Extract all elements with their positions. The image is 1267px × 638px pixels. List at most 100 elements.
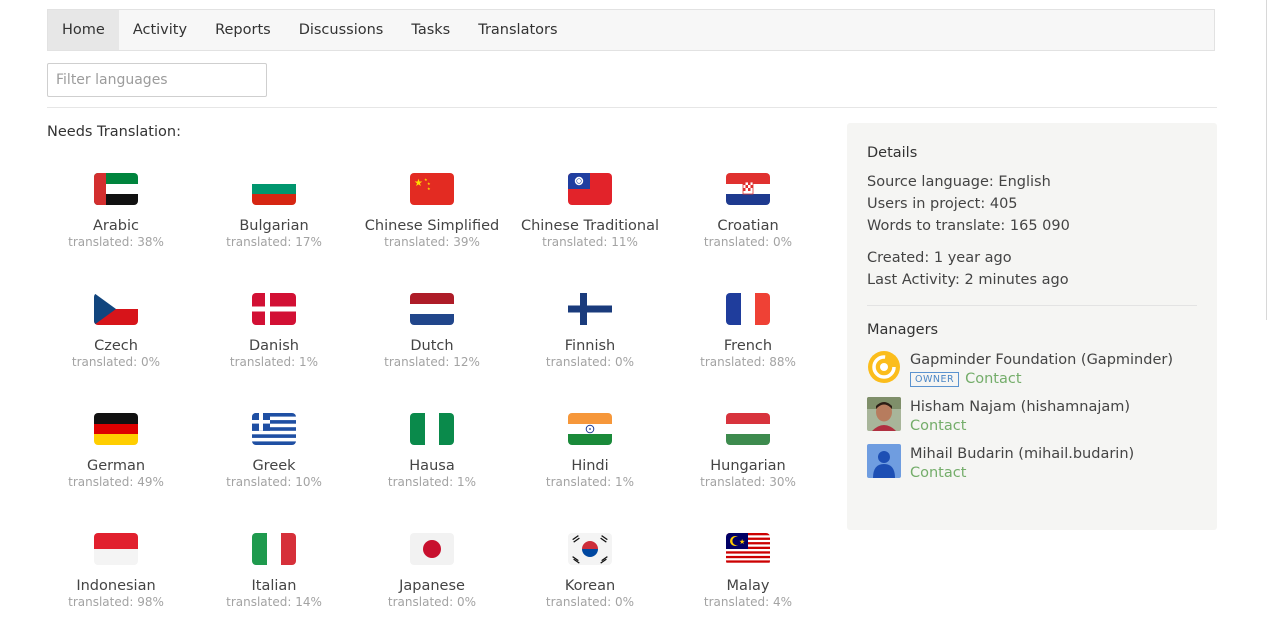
language-progress: translated: 49% (68, 475, 164, 489)
language-progress: translated: 0% (545, 595, 635, 609)
tab-reports[interactable]: Reports (201, 10, 285, 50)
language-name: Finnish (564, 338, 616, 354)
contact-link[interactable]: Contact (910, 465, 966, 481)
language-progress: translated: 0% (71, 355, 161, 369)
language-name: Italian (251, 578, 297, 594)
language-item-french[interactable]: French translated: 88% (673, 293, 823, 369)
language-progress: translated: 12% (384, 355, 480, 369)
details-divider (867, 305, 1197, 306)
indonesia-flag-icon (94, 533, 138, 565)
tab-activity[interactable]: Activity (119, 10, 201, 50)
language-name: Hausa (409, 458, 455, 474)
language-name: Arabic (93, 218, 139, 234)
details-panel: Details Source language: English Users i… (847, 123, 1217, 530)
language-item-croatian[interactable]: Croatian translated: 0% (673, 173, 823, 249)
language-name: Hindi (571, 458, 609, 474)
language-progress: translated: 17% (226, 235, 322, 249)
language-progress: translated: 4% (703, 595, 793, 609)
croatia-flag-icon (726, 173, 770, 205)
language-progress: translated: 1% (387, 475, 477, 489)
tab-home[interactable]: Home (48, 10, 119, 50)
language-name: Korean (564, 578, 616, 594)
tab-tasks[interactable]: Tasks (397, 10, 464, 50)
language-name: German (86, 458, 146, 474)
language-item-indonesian[interactable]: Indonesian translated: 98% (41, 533, 191, 609)
filter-languages-input[interactable] (47, 63, 267, 97)
contact-link[interactable]: Contact (965, 371, 1021, 387)
language-item-german[interactable]: German translated: 49% (41, 413, 191, 489)
language-item-czech[interactable]: Czech translated: 0% (41, 293, 191, 369)
svg-text:★: ★ (739, 538, 745, 546)
language-item-chinese-traditional[interactable]: Chinese Traditional translated: 11% (515, 173, 665, 249)
language-item-arabic[interactable]: Arabic translated: 38% (41, 173, 191, 249)
language-progress: translated: 0% (387, 595, 477, 609)
uae-flag-icon (94, 173, 138, 205)
language-name: Chinese Simplified (364, 218, 500, 234)
language-item-greek[interactable]: Greek translated: 10% (199, 413, 349, 489)
language-progress: translated: 1% (229, 355, 319, 369)
users-in-project: Users in project: 405 (867, 196, 1018, 212)
svg-text:★: ★ (427, 186, 431, 191)
contact-link[interactable]: Contact (910, 418, 966, 434)
language-item-japanese[interactable]: Japanese translated: 0% (357, 533, 507, 609)
tab-discussions[interactable]: Discussions (285, 10, 398, 50)
last-activity: Last Activity: 2 minutes ago (867, 272, 1069, 288)
tab-translators[interactable]: Translators (464, 10, 571, 50)
taiwan-flag-icon (568, 173, 612, 205)
language-name: Malay (726, 578, 770, 594)
manager-name: Mihail Budarin (mihail.budarin) (910, 446, 1135, 462)
language-progress: translated: 38% (68, 235, 164, 249)
manager-name: Gapminder Foundation (Gapminder) (910, 352, 1173, 368)
language-progress: translated: 98% (68, 595, 164, 609)
source-language: Source language: English (867, 174, 1051, 190)
svg-text:★: ★ (414, 178, 423, 189)
language-progress: translated: 0% (703, 235, 793, 249)
top-nav: Home Activity Reports Discussions Tasks … (47, 9, 1215, 51)
language-item-finnish[interactable]: Finnish translated: 0% (515, 293, 665, 369)
language-item-korean[interactable]: Korean translated: 0% (515, 533, 665, 609)
created-date: Created: 1 year ago (867, 250, 1012, 266)
user-photo-avatar (867, 397, 901, 431)
language-item-bulgarian[interactable]: Bulgarian translated: 17% (199, 173, 349, 249)
divider (47, 107, 1217, 108)
needs-translation-heading: Needs Translation: (47, 124, 181, 140)
language-item-danish[interactable]: Danish translated: 1% (199, 293, 349, 369)
owner-badge: OWNER (910, 371, 960, 387)
language-item-hausa[interactable]: Hausa translated: 1% (357, 413, 507, 489)
language-name: Greek (252, 458, 296, 474)
bulgaria-flag-icon (252, 173, 296, 205)
manager-item: Hisham Najam (hishamnajam) Contact (867, 397, 1197, 434)
korea-flag-icon (568, 533, 612, 565)
language-progress: translated: 0% (545, 355, 635, 369)
manager-item: Mihail Budarin (mihail.budarin) Contact (867, 444, 1197, 481)
language-progress: translated: 1% (545, 475, 635, 489)
language-item-italian[interactable]: Italian translated: 14% (199, 533, 349, 609)
china-flag-icon: ★ ★ ★ ★ (410, 173, 454, 205)
language-progress: translated: 88% (700, 355, 796, 369)
italy-flag-icon (252, 533, 296, 565)
language-item-malay[interactable]: ★ Malay translated: 4% (673, 533, 823, 609)
language-item-hungarian[interactable]: Hungarian translated: 30% (673, 413, 823, 489)
india-flag-icon (568, 413, 612, 445)
japan-flag-icon (410, 533, 454, 565)
language-item-hindi[interactable]: Hindi translated: 1% (515, 413, 665, 489)
gapminder-logo-icon (868, 351, 900, 383)
greece-flag-icon (252, 413, 296, 445)
language-name: Croatian (717, 218, 779, 234)
netherlands-flag-icon (410, 293, 454, 325)
malaysia-flag-icon: ★ (726, 533, 770, 565)
language-item-dutch[interactable]: Dutch translated: 12% (357, 293, 507, 369)
manager-item: Gapminder Foundation (Gapminder) OWNER C… (867, 350, 1197, 387)
finland-flag-icon (568, 293, 612, 325)
language-name: Bulgarian (239, 218, 309, 234)
czech-flag-icon (94, 293, 138, 325)
language-progress: translated: 14% (226, 595, 322, 609)
germany-flag-icon (94, 413, 138, 445)
language-name: Danish (248, 338, 299, 354)
language-item-chinese-simplified[interactable]: ★ ★ ★ ★ Chinese Simplified translated: 3… (357, 173, 507, 249)
language-progress: translated: 11% (542, 235, 638, 249)
hungary-flag-icon (726, 413, 770, 445)
language-name: Chinese Traditional (520, 218, 660, 234)
language-name: Hungarian (710, 458, 786, 474)
language-name: Japanese (399, 578, 465, 594)
